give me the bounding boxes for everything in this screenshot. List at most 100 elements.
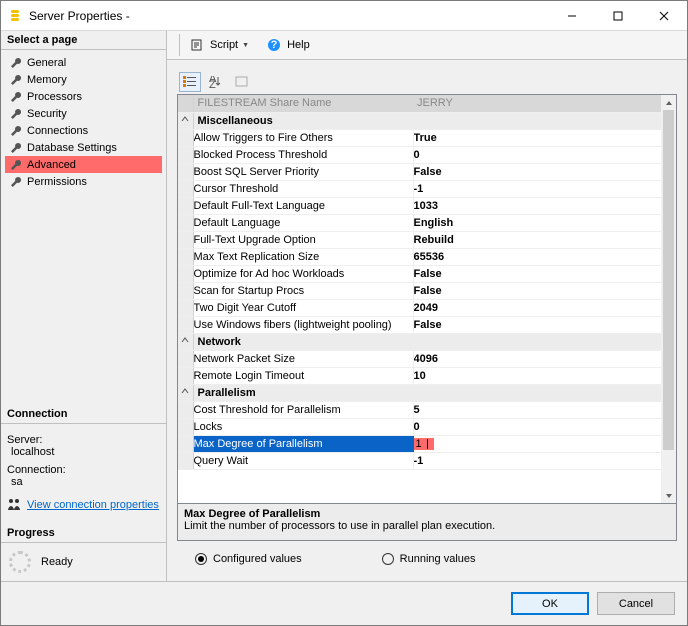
property-value[interactable]: 1 [413,435,661,452]
wrench-icon [9,90,23,104]
window: Server Properties - Select a page Genera… [0,0,688,626]
script-dropdown-icon[interactable]: ▼ [242,42,249,49]
property-row[interactable]: Query Wait-1 [178,452,661,469]
configured-values-label: Configured values [213,553,302,565]
sidebar-item-label: Advanced [27,159,76,171]
scroll-up-icon[interactable] [661,95,676,110]
property-row[interactable]: Default Full-Text Language1033 [178,197,661,214]
window-title: Server Properties - [29,9,549,23]
property-value[interactable]: -1 [413,452,661,469]
collapse-icon[interactable] [181,115,190,124]
title-bar: Server Properties - [1,1,687,31]
property-row[interactable]: Full-Text Upgrade OptionRebuild [178,231,661,248]
property-value[interactable]: 65536 [413,248,661,265]
property-label: Default Language [193,214,413,231]
property-row[interactable]: Blocked Process Threshold0 [178,146,661,163]
property-row[interactable]: Use Windows fibers (lightweight pooling)… [178,316,661,333]
progress-indicator-icon [9,551,31,573]
property-value[interactable]: False [413,163,661,180]
app-icon [7,8,23,24]
wrench-icon [9,124,23,138]
categorized-view-button[interactable] [179,72,201,92]
sidebar-item-processors[interactable]: Processors [5,88,162,105]
property-label: Max Text Replication Size [193,248,413,265]
scroll-down-icon[interactable] [661,488,676,503]
sidebar-item-security[interactable]: Security [5,105,162,122]
property-value[interactable]: False [413,282,661,299]
grid-header-name: FILESTREAM Share Name [193,95,413,112]
property-label: Blocked Process Threshold [193,146,413,163]
vertical-scrollbar[interactable] [661,95,676,503]
select-page-header: Select a page [1,31,166,50]
script-button[interactable]: Script [210,39,238,51]
connection-label: Connection: [7,464,160,476]
property-row[interactable]: Boost SQL Server PriorityFalse [178,163,661,180]
collapse-icon[interactable] [181,336,190,345]
configured-values-radio[interactable]: Configured values [195,553,302,565]
property-value[interactable]: 1033 [413,197,661,214]
minimize-button[interactable] [549,1,595,31]
property-row[interactable]: Cost Threshold for Parallelism5 [178,401,661,418]
property-row[interactable]: Network Packet Size4096 [178,350,661,367]
sidebar-item-database-settings[interactable]: Database Settings [5,139,162,156]
property-pages-button[interactable] [231,72,253,92]
server-label: Server: [7,434,160,446]
close-button[interactable] [641,1,687,31]
property-label: Use Windows fibers (lightweight pooling) [193,316,413,333]
grid-toolbar: AZ [177,70,677,94]
sidebar-item-label: Processors [27,91,82,103]
sidebar-item-label: Security [27,108,67,120]
property-value[interactable]: -1 [413,180,661,197]
property-help-box: Max Degree of Parallelism Limit the numb… [177,503,677,541]
property-label: Scan for Startup Procs [193,282,413,299]
property-value[interactable]: 10 [413,367,661,384]
category-network[interactable]: Network [193,333,661,350]
ok-button[interactable]: OK [511,592,589,615]
property-value[interactable]: 0 [413,146,661,163]
property-row[interactable]: Remote Login Timeout10 [178,367,661,384]
property-label: Cursor Threshold [193,180,413,197]
property-row[interactable]: Default LanguageEnglish [178,214,661,231]
radio-icon [195,553,207,565]
property-value[interactable]: 0 [413,418,661,435]
property-value[interactable]: False [413,265,661,282]
sidebar-item-permissions[interactable]: Permissions [5,173,162,190]
property-row[interactable]: Allow Triggers to Fire OthersTrue [178,129,661,146]
collapse-icon[interactable] [181,387,190,396]
help-icon: ? [267,38,281,52]
property-value[interactable]: False [413,316,661,333]
property-row[interactable]: Two Digit Year Cutoff2049 [178,299,661,316]
cancel-button[interactable]: Cancel [597,592,675,615]
sidebar-item-general[interactable]: General [5,54,162,71]
sidebar-item-connections[interactable]: Connections [5,122,162,139]
property-value[interactable]: 2049 [413,299,661,316]
property-value[interactable]: 5 [413,401,661,418]
property-value[interactable]: 4096 [413,350,661,367]
sidebar-item-advanced[interactable]: Advanced [5,156,162,173]
property-row[interactable]: Optimize for Ad hoc WorkloadsFalse [178,265,661,282]
progress-status: Ready [41,556,73,568]
property-value[interactable]: True [413,129,661,146]
category-parallelism[interactable]: Parallelism [193,384,661,401]
property-row[interactable]: Scan for Startup ProcsFalse [178,282,661,299]
property-value[interactable]: English [413,214,661,231]
property-value[interactable]: Rebuild [413,231,661,248]
property-row[interactable]: Locks0 [178,418,661,435]
property-row[interactable]: Max Degree of Parallelism1 [178,435,661,452]
property-row[interactable]: Cursor Threshold-1 [178,180,661,197]
property-row[interactable]: Max Text Replication Size65536 [178,248,661,265]
wrench-icon [9,175,23,189]
view-connection-properties-link[interactable]: View connection properties [27,499,159,511]
wrench-icon [9,56,23,70]
maximize-button[interactable] [595,1,641,31]
sidebar-item-memory[interactable]: Memory [5,71,162,88]
property-label: Remote Login Timeout [193,367,413,384]
running-values-radio[interactable]: Running values [382,553,476,565]
property-label: Full-Text Upgrade Option [193,231,413,248]
page-list: GeneralMemory Processors Security Connectio… [5,54,162,190]
category-miscellaneous[interactable]: Miscellaneous [193,112,661,129]
connection-value: sa [11,476,160,488]
alphabetical-view-button[interactable]: AZ [205,72,227,92]
property-label: Allow Triggers to Fire Others [193,129,413,146]
help-button[interactable]: Help [287,39,310,51]
